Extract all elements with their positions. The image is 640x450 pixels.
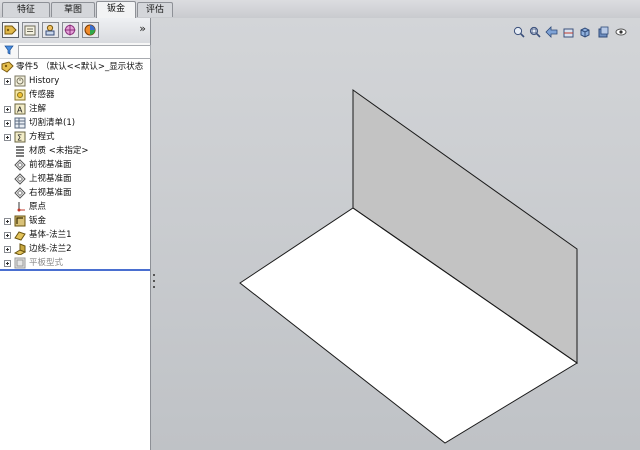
expand-toggle[interactable] — [4, 246, 11, 253]
edge-flange-icon — [13, 243, 27, 256]
cut-list-icon — [14, 117, 27, 129]
tree-item-label: 材质 <未指定> — [29, 146, 89, 156]
configuration-manager-tab[interactable] — [42, 22, 59, 38]
expand-toggle[interactable] — [4, 232, 11, 239]
tree-item-label: 基体-法兰1 — [29, 230, 72, 240]
sheet-metal-icon — [14, 215, 27, 227]
tab-evaluate[interactable]: 评估 — [137, 2, 173, 17]
model-view — [239, 89, 578, 444]
tree-item-label: 切割清单(1) — [29, 118, 76, 128]
expand-toggle[interactable] — [4, 106, 11, 113]
feature-manager-panel: » 零件5 （默认<<默认>_显示状态 History 传感器 A 注解 切割清… — [0, 18, 151, 450]
property-manager-tab[interactable] — [22, 22, 39, 38]
tree-item-label: 传感器 — [29, 90, 55, 100]
expand-toggle[interactable] — [4, 134, 11, 141]
tab-sheet-metal[interactable]: 钣金 — [96, 1, 136, 18]
graphics-viewport[interactable] — [151, 18, 640, 450]
flat-pattern-icon — [14, 257, 27, 269]
tree-item-label: 前视基准面 — [29, 160, 72, 170]
origin-icon — [14, 201, 27, 213]
hide-show-items-icon[interactable] — [615, 26, 627, 40]
previous-view-icon[interactable] — [545, 26, 559, 40]
panel-splitter-handle[interactable] — [151, 270, 157, 300]
tree-item-label: History — [29, 76, 60, 86]
tree-item-label: 原点 — [29, 202, 47, 212]
expand-toggle[interactable] — [4, 120, 11, 127]
dimxpert-manager-tab[interactable] — [62, 22, 79, 38]
plane-icon — [14, 173, 27, 185]
tree-root-label: 零件5 （默认<<默认>_显示状态 — [16, 62, 144, 72]
command-manager-tabs: 特征 草图 钣金 评估 — [0, 0, 640, 19]
feature-manager-tab[interactable] — [2, 22, 19, 38]
plane-icon — [14, 159, 27, 171]
view-orientation-icon[interactable] — [579, 26, 591, 40]
filter-row — [0, 43, 151, 59]
zoom-to-area-icon[interactable] — [529, 26, 541, 40]
sensor-icon — [14, 89, 27, 101]
section-view-icon[interactable] — [563, 26, 575, 40]
tree-item-label: 右视基准面 — [29, 188, 72, 198]
tree-item-label: 钣金 — [29, 216, 47, 226]
history-icon — [14, 75, 27, 87]
expand-panel-button[interactable]: » — [139, 22, 146, 35]
expand-toggle[interactable] — [4, 218, 11, 225]
tab-features[interactable]: 特征 — [2, 2, 50, 17]
svg-text:A: A — [17, 106, 23, 115]
svg-text:Σ: Σ — [17, 134, 22, 143]
expand-toggle[interactable] — [4, 260, 11, 267]
zoom-to-fit-icon[interactable] — [513, 26, 525, 40]
feature-filter-input[interactable] — [18, 45, 151, 59]
display-style-icon[interactable] — [597, 26, 609, 40]
tree-item-label: 方程式 — [29, 132, 55, 142]
tab-sketch[interactable]: 草图 — [51, 2, 95, 17]
annotation-icon: A — [14, 103, 27, 115]
tree-item-label: 注解 — [29, 104, 47, 114]
display-manager-tab[interactable] — [82, 22, 99, 38]
equation-icon: Σ — [14, 131, 27, 143]
part-icon — [1, 61, 14, 73]
expand-toggle[interactable] — [4, 78, 11, 85]
tree-item-label: 上视基准面 — [29, 174, 72, 184]
plane-icon — [14, 187, 27, 199]
tree-item-label: 边线-法兰2 — [29, 244, 72, 254]
base-flange-icon — [14, 229, 27, 241]
rollback-bar[interactable] — [0, 269, 150, 271]
material-icon — [14, 145, 27, 157]
panel-toolbar: » — [0, 18, 150, 44]
